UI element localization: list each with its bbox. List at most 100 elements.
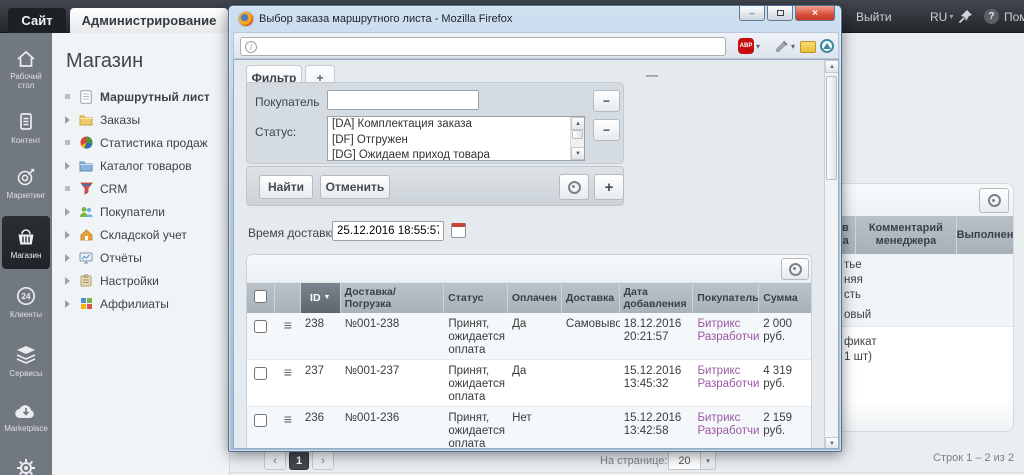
dot-marker-icon — [65, 94, 70, 99]
minimize-button[interactable]: – — [739, 6, 765, 21]
row-menu-icon[interactable]: ≡ — [284, 367, 292, 377]
scrollbar-thumb[interactable] — [826, 76, 837, 180]
column-header-delivery[interactable]: Доставка — [562, 283, 620, 313]
filter-collapse-icon[interactable]: — — [646, 68, 658, 82]
status-listbox[interactable]: [DA] Комплектация заказа [DF] Отгружен [… — [327, 116, 585, 161]
find-button[interactable]: Найти — [259, 175, 313, 199]
scroll-down-icon[interactable]: ▼ — [825, 437, 839, 449]
rail-item-settings[interactable]: Настройки — [0, 449, 52, 475]
calendar-icon[interactable] — [451, 223, 466, 238]
shop-settings-icon — [78, 274, 94, 288]
menu-item-catalog[interactable]: Каталог товаров — [52, 154, 229, 177]
table-row[interactable]: ≡ 238 №001-238 Принят, ожидается оплата … — [247, 313, 811, 360]
logout-link[interactable]: Выйти — [856, 0, 892, 33]
scrollbar-thumb[interactable] — [572, 130, 583, 139]
add-filter-field-button[interactable]: + — [594, 174, 624, 200]
column-header-paid[interactable]: Оплачен — [508, 283, 562, 313]
gear-icon — [988, 194, 1001, 207]
page-number-current[interactable]: 1 — [289, 451, 309, 470]
menu-item-reports[interactable]: Отчёты — [52, 246, 229, 269]
status-option[interactable]: [DG] Ожидаем приход товара — [328, 148, 569, 161]
menu-item-shop-settings[interactable]: Настройки — [52, 269, 229, 292]
column-header-date-added[interactable]: Дата добавления — [620, 283, 694, 313]
rail-item-marketing[interactable]: Маркетинг — [0, 159, 52, 206]
buyer-link[interactable]: Битрикс Разработчик — [697, 365, 759, 390]
buyer-input[interactable] — [327, 90, 479, 110]
expand-arrow-icon — [65, 254, 70, 262]
background-grid-settings-button[interactable] — [979, 188, 1009, 213]
expand-arrow-icon — [65, 231, 70, 239]
scroll-up-icon[interactable]: ▲ — [825, 60, 839, 73]
scroll-up-icon[interactable]: ▲ — [571, 117, 585, 130]
column-header-id[interactable]: ID ▼ — [301, 283, 341, 313]
table-row[interactable]: ≡ 237 №001-237 Принят, ожидается оплата … — [247, 360, 811, 407]
listbox-scrollbar[interactable]: ▲ ▼ — [570, 117, 584, 160]
buyer-link[interactable]: Битрикс Разработчик — [697, 318, 759, 343]
cancel-button[interactable]: Отменить — [320, 175, 390, 199]
adblock-icon[interactable]: ABP ▾ — [738, 38, 760, 54]
tab-administration[interactable]: Администрирование — [70, 8, 228, 33]
rail-item-desktop[interactable]: Рабочий стол — [0, 42, 52, 96]
scroll-down-icon[interactable]: ▼ — [571, 147, 585, 160]
page-prev-button[interactable]: ‹ — [264, 451, 286, 470]
column-header-status[interactable]: Статус — [444, 283, 508, 313]
buyer-link[interactable]: Битрикс Разработчик — [697, 412, 759, 437]
dot-marker-icon — [65, 186, 70, 191]
address-bar[interactable]: i — [240, 37, 726, 56]
row-checkbox[interactable] — [254, 367, 267, 380]
orders-grid: ID ▼ Доставка/Погрузка Статус Оплачен До… — [246, 254, 812, 449]
filter-settings-button[interactable] — [559, 174, 589, 200]
rail-item-services[interactable]: Сервисы — [0, 337, 52, 384]
column-header-buyer[interactable]: Покупатель — [693, 283, 759, 313]
row-checkbox[interactable] — [254, 414, 267, 427]
proxy-icon[interactable] — [820, 39, 834, 53]
row-checkbox[interactable] — [254, 320, 267, 333]
rail-item-marketplace[interactable]: Marketplace — [0, 394, 52, 439]
rail-item-content[interactable]: Контент — [0, 104, 52, 151]
cell-order: №001-236 — [341, 407, 445, 449]
select-all-checkbox[interactable] — [254, 290, 267, 303]
status-option[interactable]: [DF] Отгружен — [328, 133, 569, 149]
filter-buttons-bar: Найти Отменить + — [246, 166, 624, 206]
cell-status: Принят, ожидается оплата — [444, 407, 508, 449]
rail-item-clients[interactable]: 24 Клиенты — [0, 278, 52, 325]
grid-settings-button[interactable] — [781, 258, 809, 280]
address-input[interactable] — [261, 39, 725, 54]
remove-buyer-filter-button[interactable]: − — [593, 90, 620, 112]
delivery-time-input[interactable] — [332, 221, 444, 241]
help-link[interactable]: ? Помощь — [984, 0, 1024, 33]
menu-item-warehouse[interactable]: Складской учет — [52, 223, 229, 246]
popup-scrollbar[interactable]: ▲ ▼ — [824, 60, 838, 449]
row-menu-icon[interactable]: ≡ — [284, 414, 292, 424]
page-next-button[interactable]: › — [312, 451, 334, 470]
extension-icon[interactable]: ▾ — [774, 40, 795, 53]
tab-site[interactable]: Сайт — [8, 8, 66, 33]
clipped-text: овый — [844, 308, 871, 323]
remove-status-filter-button[interactable]: − — [593, 119, 620, 141]
menu-item-crm[interactable]: CRM — [52, 177, 229, 200]
table-row[interactable]: ≡ 236 №001-236 Принят, ожидается оплата … — [247, 407, 811, 449]
close-button[interactable]: × — [795, 6, 835, 21]
cell-date: 15.12.2016 13:45:32 — [620, 360, 694, 406]
maximize-button[interactable] — [767, 6, 793, 21]
language-selector[interactable]: RU ▾ — [930, 0, 953, 33]
menu-item-affiliates[interactable]: Аффилиаты — [52, 292, 229, 315]
rail-item-shop[interactable]: Магазин — [2, 216, 50, 269]
status-option[interactable]: [DA] Комплектация заказа — [328, 117, 569, 133]
window-titlebar[interactable]: Выбор заказа маршрутного листа - Mozilla… — [239, 12, 512, 26]
menu-item-orders[interactable]: Заказы — [52, 108, 229, 131]
column-header-manager-comment[interactable]: Комментарий менеджера — [856, 216, 957, 254]
row-menu-icon[interactable]: ≡ — [284, 320, 292, 330]
svg-text:24: 24 — [22, 292, 31, 301]
menu-item-route-sheet[interactable]: Маршрутный лист — [52, 85, 229, 108]
info-icon[interactable]: i — [245, 41, 257, 53]
per-page-select[interactable]: 20 ▾ — [668, 451, 716, 470]
menu-item-buyers[interactable]: Покупатели — [52, 200, 229, 223]
column-header-sum[interactable]: Сумма — [759, 283, 811, 313]
notes-icon[interactable] — [800, 41, 816, 53]
column-header-done[interactable]: Выполнен — [957, 216, 1013, 254]
column-header-delivery-load[interactable]: Доставка/Погрузка — [341, 283, 445, 313]
grid-toolbar — [247, 255, 811, 283]
menu-item-sales-stats[interactable]: Статистика продаж — [52, 131, 229, 154]
pin-icon[interactable] — [958, 9, 973, 29]
